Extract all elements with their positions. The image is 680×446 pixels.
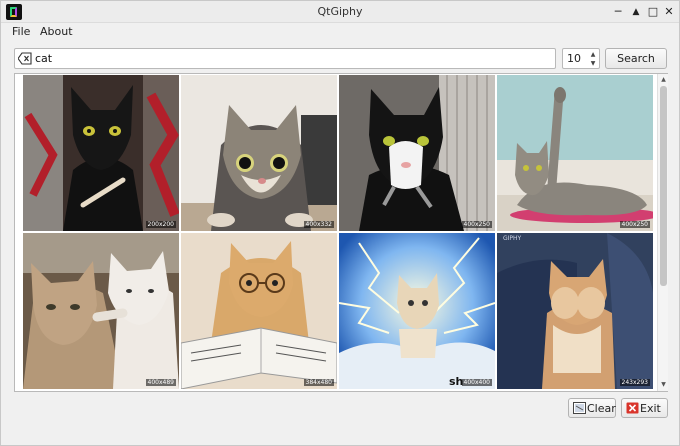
clear-text-icon[interactable] [18,52,32,65]
clear-button-label: Clear [587,402,616,415]
results-grid: 200x200 400x332 400x250 400x250 400x489 … [14,73,668,392]
gif-result-4[interactable]: 400x250 [497,75,653,231]
exit-button[interactable]: Exit [621,398,668,418]
gif-result-5[interactable]: 400x489 [23,233,179,389]
clear-button[interactable]: Clear [568,398,616,418]
vertical-scrollbar[interactable]: ▲ ▼ [657,74,668,391]
restore-icon[interactable]: ▲ [629,5,643,19]
scroll-down-icon[interactable]: ▼ [659,380,668,389]
gif-thumbnail-shy-cat [497,233,653,389]
spin-up-icon[interactable]: ▲ [588,50,598,59]
clear-icon [573,402,586,414]
gif-size-label: 384x480 [303,379,334,386]
scroll-up-icon[interactable]: ▲ [659,75,668,84]
gif-result-3[interactable]: 400x250 [339,75,495,231]
app-window: QtGiphy ─ ▲ □ ✕ File About 10 ▲ ▼ Search [0,0,680,446]
gif-thumbnail-waving-cat [497,75,653,231]
gif-result-7[interactable]: sh 400x400 [339,233,495,389]
gif-thumbnail-lightning-cat [339,233,495,389]
gif-size-label: 200x200 [145,221,176,228]
result-limit-value: 10 [567,52,581,65]
gif-size-label: 400x250 [619,221,650,228]
gif-result-1[interactable]: 200x200 [23,75,179,231]
menu-bar: File About [1,23,679,41]
spin-down-icon[interactable]: ▼ [588,59,598,68]
search-input[interactable] [35,50,550,67]
gif-size-label: 400x489 [145,379,176,386]
gif-size-label: 400x332 [303,221,334,228]
gif-size-label: 243x293 [619,379,650,386]
title-bar: QtGiphy ─ ▲ □ ✕ [1,1,679,23]
gif-thumbnail-tabby-cat [181,75,337,231]
window-title: QtGiphy [317,5,363,18]
gif-thumbnail-reading-cat [181,233,337,389]
gif-thumbnail-black-cat [23,75,179,231]
gif-thumbnail-two-cats [23,233,179,389]
exit-icon [626,402,639,414]
search-field[interactable] [14,48,556,69]
search-button[interactable]: Search [605,48,667,69]
gif-result-2[interactable]: 400x332 [181,75,337,231]
scrollbar-thumb[interactable] [660,86,667,286]
gif-watermark: GIPHY [503,235,522,242]
maximize-icon[interactable]: □ [646,5,660,19]
gif-thumbnail-tuxedo-cat [339,75,495,231]
minimize-icon[interactable]: ─ [611,5,625,19]
gif-result-6[interactable]: 384x480 [181,233,337,389]
gif-result-8[interactable]: GIPHY 243x293 [497,233,653,389]
menu-about[interactable]: About [40,25,73,38]
menu-file[interactable]: File [12,25,30,38]
exit-button-label: Exit [640,402,661,415]
gif-size-label: 400x400 [461,379,492,386]
gif-size-label: 400x250 [461,221,492,228]
result-limit-spinbox[interactable]: 10 ▲ ▼ [562,48,600,69]
close-icon[interactable]: ✕ [662,5,676,19]
